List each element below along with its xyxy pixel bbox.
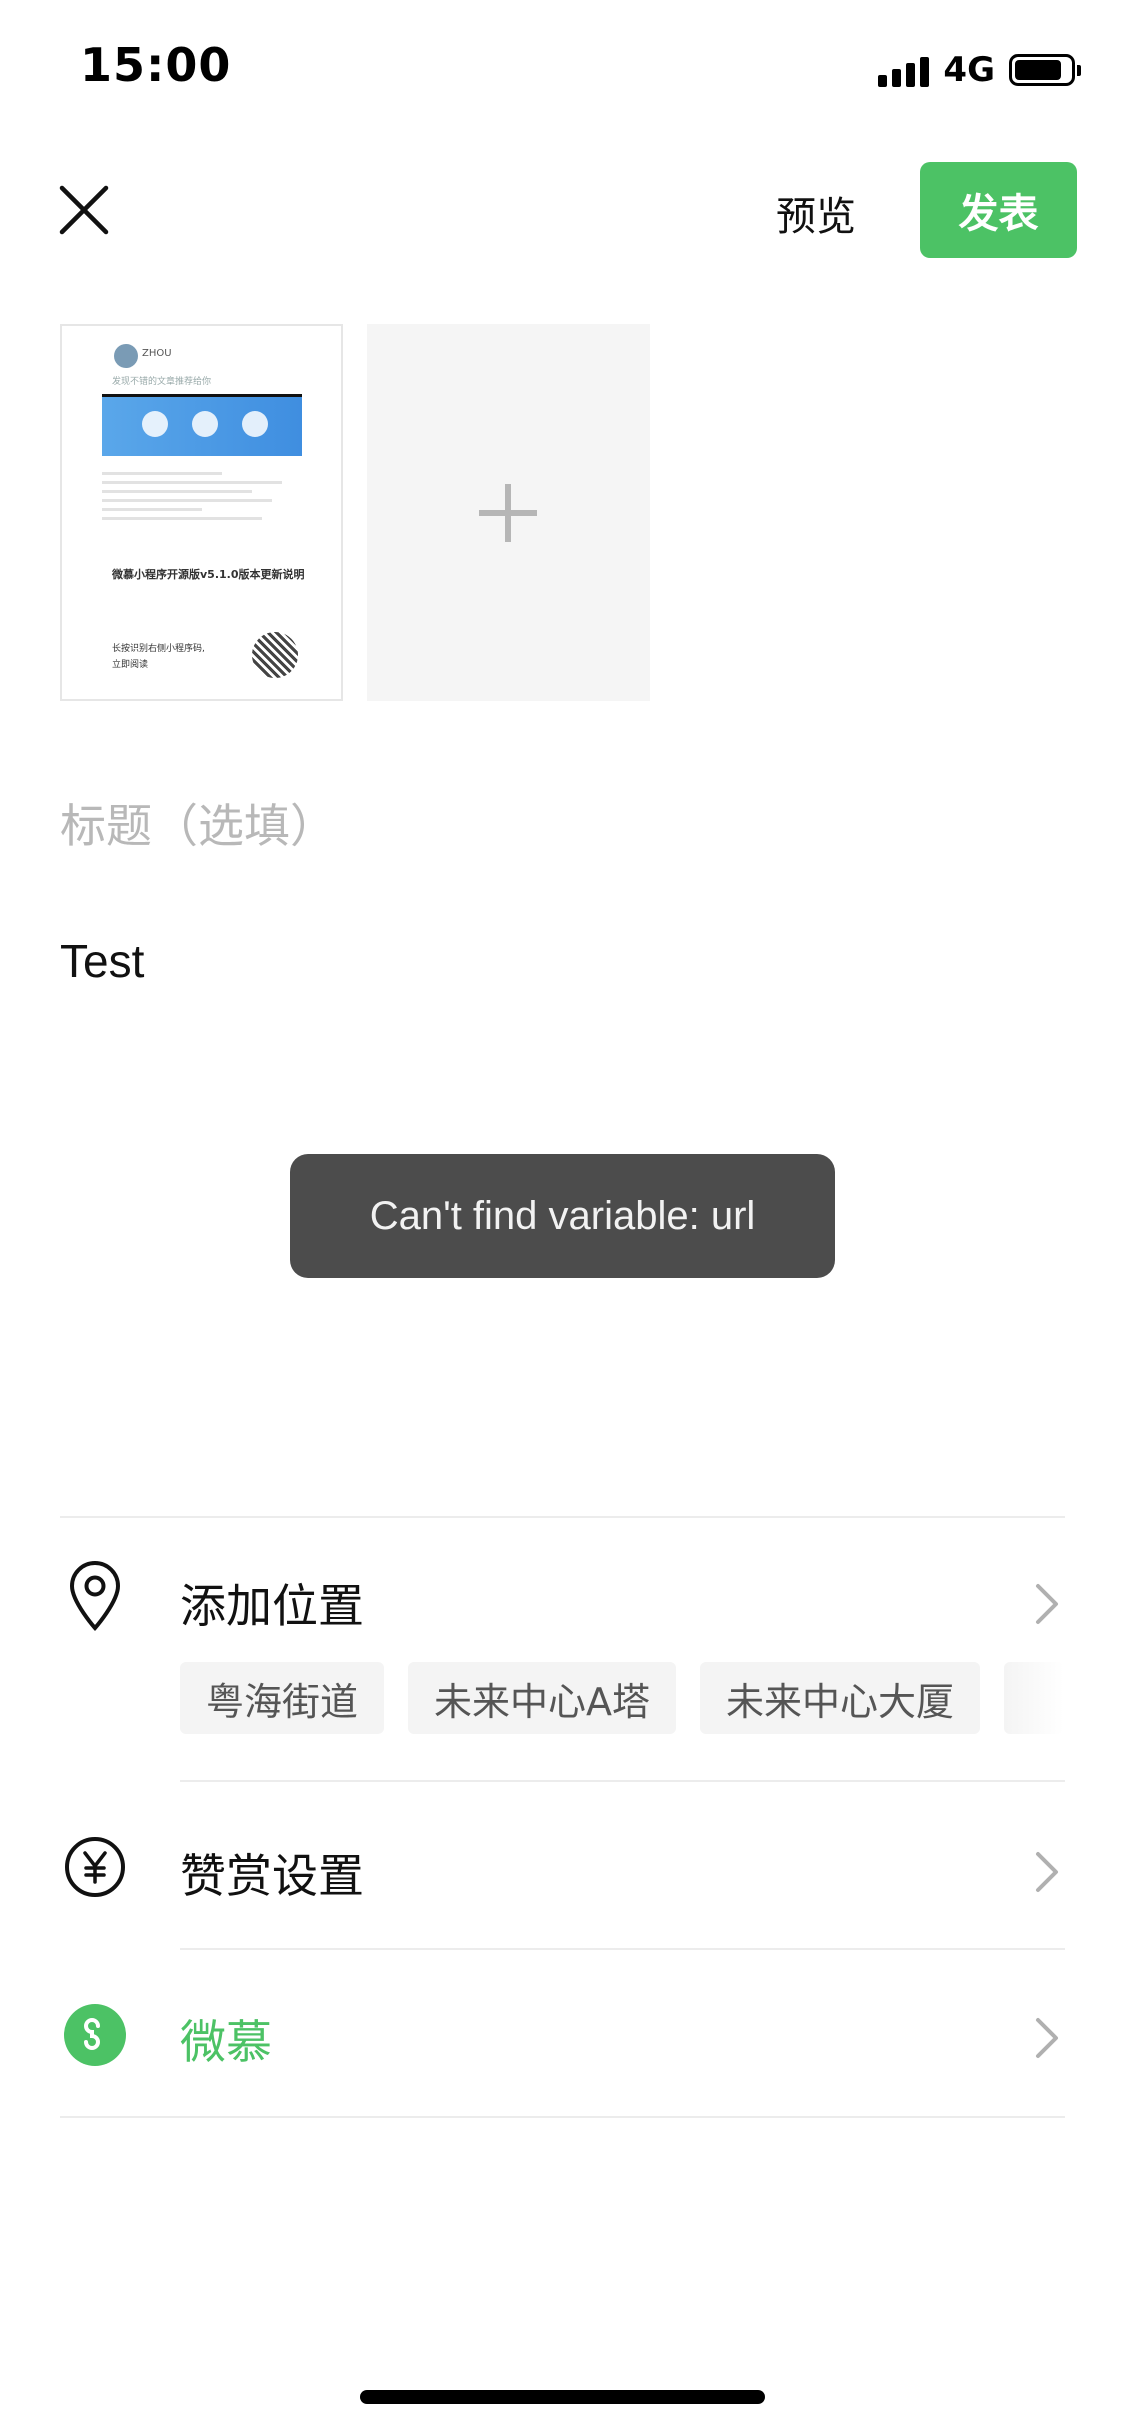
status-indicators: 4G [878,50,1081,90]
mini-program-row[interactable]: 微慕 [0,1986,1125,2086]
divider [60,1516,1065,1518]
chevron-right-icon [1036,2018,1058,2058]
thumbnail-author: ZHOU [142,348,172,359]
body-text-input[interactable]: Test [60,934,144,988]
location-suggestion[interactable]: 粤海街道 [180,1662,385,1734]
location-suggestions: 粤海街道 未来中心A塔 未来中心大厦 [180,1662,1125,1734]
compose-header: 预览 发表 [0,160,1125,260]
thumbnail-footer: 长按识别右侧小程序码, 立即阅读 [112,641,205,673]
wordpress-icon [142,411,168,437]
thumbnail-banner [102,394,302,456]
thumbnail-footer-line1: 长按识别右侧小程序码, [112,644,205,654]
preview-button[interactable]: 预览 [776,184,856,242]
status-bar: 15:00 4G [0,0,1125,135]
qr-code-icon [252,632,298,678]
thumbnail-footer-line2: 立即阅读 [112,660,149,670]
location-suggestion-overflow[interactable] [1004,1662,1065,1734]
network-type: 4G [943,50,995,90]
chevron-right-icon [1036,1584,1058,1624]
reward-settings-label: 赞赏设置 [180,1849,364,1903]
status-time: 15:00 [80,38,232,92]
yen-icon [65,1837,125,1897]
divider [180,1948,1065,1950]
home-indicator[interactable] [360,2390,765,2404]
location-suggestion[interactable]: 未来中心A塔 [408,1662,677,1734]
avatar [114,344,138,368]
attached-image-thumbnail[interactable]: ZHOU 发现不错的文章推荐给你 微慕小程序开源版v5.1.0版本更新说明 长按… [60,324,343,701]
title-input[interactable]: 标题（选填） [60,790,1060,860]
divider [60,2116,1065,2118]
w-logo-icon [242,411,268,437]
add-location-row[interactable]: 添加位置 [0,1560,1125,1650]
error-toast: Can't find variable: url [290,1154,835,1278]
divider [180,1780,1065,1782]
add-image-button[interactable] [367,324,650,701]
mini-program-icon [64,2004,126,2066]
battery-icon [1009,54,1081,86]
location-suggestion[interactable]: 未来中心大厦 [700,1662,981,1734]
mini-program-label: 微慕 [180,2015,272,2069]
close-icon[interactable] [58,184,110,236]
thumbnail-text-lines [102,466,302,566]
add-location-label: 添加位置 [180,1579,364,1633]
signal-bars-icon [878,53,930,87]
location-pin-icon [69,1561,121,1632]
publish-button[interactable]: 发表 [920,162,1077,258]
chevron-right-icon [1036,1852,1058,1892]
reward-settings-row[interactable]: 赞赏设置 [0,1820,1125,1920]
thumbnail-caption: 微慕小程序开源版v5.1.0版本更新说明 [112,568,305,581]
thumbnail-subtitle: 发现不错的文章推荐给你 [112,377,212,387]
link-icon [192,411,218,437]
